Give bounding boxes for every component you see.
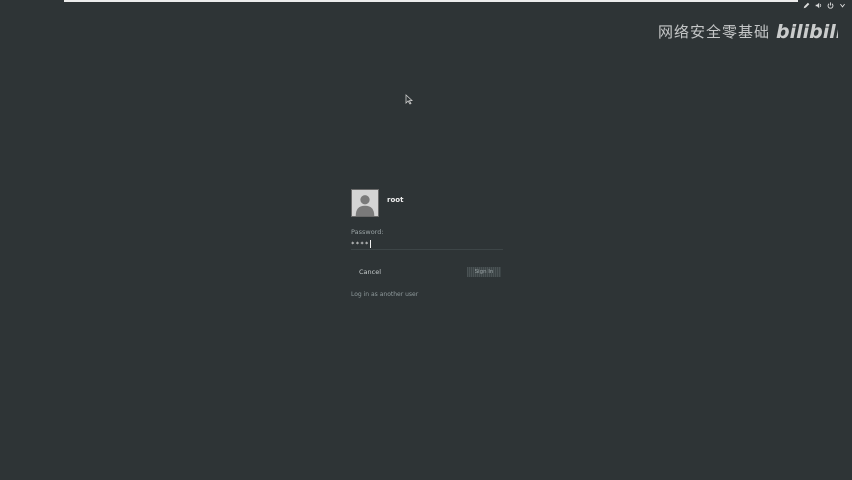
- svg-text:bilibili: bilibili: [776, 21, 838, 43]
- log-in-as-another-user-link[interactable]: Log in as another user: [351, 291, 503, 298]
- user-silhouette-icon: [352, 190, 378, 216]
- password-input[interactable]: ****: [351, 239, 503, 250]
- video-watermark: 网络安全零基础 bilibili: [658, 18, 838, 44]
- pen-icon: [803, 2, 810, 8]
- power-icon: [827, 1, 834, 9]
- cancel-button[interactable]: Cancel: [351, 266, 389, 278]
- top-bar-strip: [64, 0, 798, 2]
- system-status-area[interactable]: [803, 0, 846, 10]
- login-screen: 网络安全零基础 bilibili root Password: **** Can…: [0, 0, 852, 480]
- text-caret: [370, 240, 372, 248]
- sign-in-button[interactable]: Sign In: [467, 267, 501, 277]
- login-buttons: Cancel Sign In: [351, 266, 503, 278]
- password-value: ****: [351, 240, 370, 248]
- login-dialog: root Password: **** Cancel Sign In Log i…: [351, 189, 503, 298]
- volume-icon: [815, 2, 822, 8]
- bilibili-logo: bilibili: [776, 21, 838, 43]
- password-label: Password:: [351, 228, 384, 236]
- watermark-text: 网络安全零基础: [657, 22, 770, 41]
- user-row: root: [351, 189, 503, 217]
- username-label: root: [387, 196, 404, 204]
- user-avatar: [351, 189, 379, 217]
- chevron-down-icon: [840, 3, 845, 8]
- mouse-pointer-icon: [405, 94, 413, 105]
